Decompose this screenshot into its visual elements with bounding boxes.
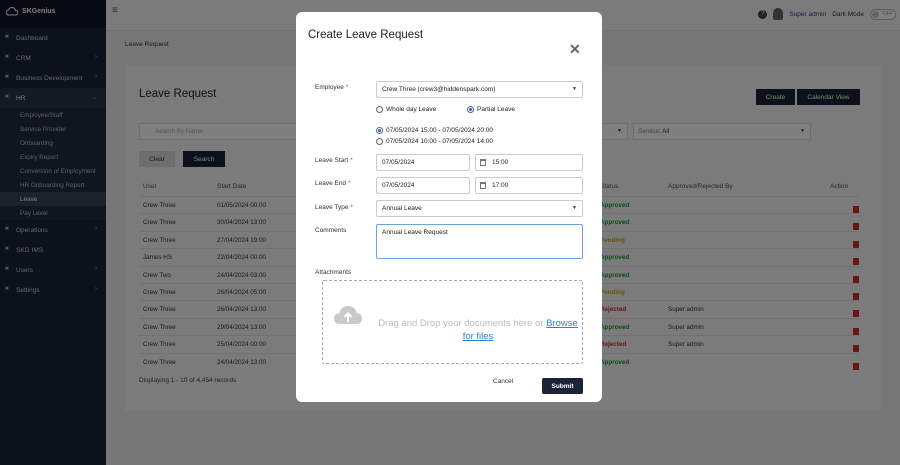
leave-start-time-value: 15:00 [492, 159, 509, 166]
leave-start-time-input[interactable]: 15:00 [475, 154, 583, 171]
radio-circle [376, 138, 383, 145]
whole-day-label: Whole day Leave [386, 106, 437, 113]
attachments-label: Attachments [315, 269, 352, 276]
slot-2-label: 07/05/2024 10:00 - 07/05/2024 14:00 [386, 138, 493, 145]
calendar-icon [480, 159, 486, 166]
leave-type-value: Annual Leave [382, 205, 422, 212]
comments-label: Comments [315, 227, 347, 234]
comments-textarea[interactable]: Annual Leave Request [376, 224, 583, 259]
cancel-button[interactable]: Cancel [493, 378, 513, 385]
partial-leave-label: Partial Leave [477, 106, 515, 113]
submit-button[interactable]: Submit [542, 378, 583, 394]
radio-circle [376, 106, 383, 113]
employee-select[interactable]: Crew Three (crew3@hiddenspark.com) ▼ [376, 81, 583, 98]
leave-end-time-value: 17:00 [492, 182, 509, 189]
whole-day-radio[interactable]: Whole day Leave [376, 106, 436, 113]
leave-start-label: Leave Start * [315, 157, 353, 164]
leave-type-label-text: Leave Type [315, 204, 349, 211]
calendar-icon [480, 182, 486, 189]
leave-end-date-input[interactable]: 07/05/2024 [376, 177, 470, 194]
leave-end-label: Leave End * [315, 180, 351, 187]
cloud-upload-icon [334, 306, 362, 324]
leave-type-label: Leave Type * [315, 204, 353, 211]
close-icon[interactable]: ✕ [569, 42, 581, 56]
employee-label-text: Employee [315, 84, 344, 91]
attachments-dropzone[interactable]: Drag and Drop your documents here or Bro… [322, 280, 583, 364]
dropzone-text: Drag and Drop your documents here or Bro… [373, 317, 583, 343]
leave-end-time-input[interactable]: 17:00 [475, 177, 583, 194]
slot-1-label: 07/05/2024 15:00 - 07/05/2024 20:00 [386, 127, 493, 134]
radio-circle-selected [376, 127, 383, 134]
leave-type-select[interactable]: Annual Leave ▼ [376, 200, 583, 217]
caret-down-icon: ▼ [572, 86, 577, 92]
create-leave-request-modal: Create Leave Request ✕ Employee * Crew T… [296, 12, 602, 402]
employee-label: Employee * [315, 84, 349, 91]
slot-radio-1[interactable]: 07/05/2024 15:00 - 07/05/2024 20:00 [376, 127, 493, 134]
caret-down-icon: ▼ [572, 205, 577, 211]
leave-start-date-input[interactable]: 07/05/2024 [376, 154, 470, 171]
leave-start-label-text: Leave Start [315, 157, 349, 164]
leave-end-label-text: Leave End [315, 180, 347, 187]
modal-title: Create Leave Request [308, 29, 424, 41]
employee-value: Crew Three (crew3@hiddenspark.com) [382, 86, 496, 93]
dropzone-instructions: Drag and Drop your documents here or [378, 318, 544, 329]
radio-circle-selected [467, 106, 474, 113]
slot-radio-2[interactable]: 07/05/2024 10:00 - 07/05/2024 14:00 [376, 138, 493, 145]
partial-leave-radio[interactable]: Partial Leave [467, 106, 515, 113]
